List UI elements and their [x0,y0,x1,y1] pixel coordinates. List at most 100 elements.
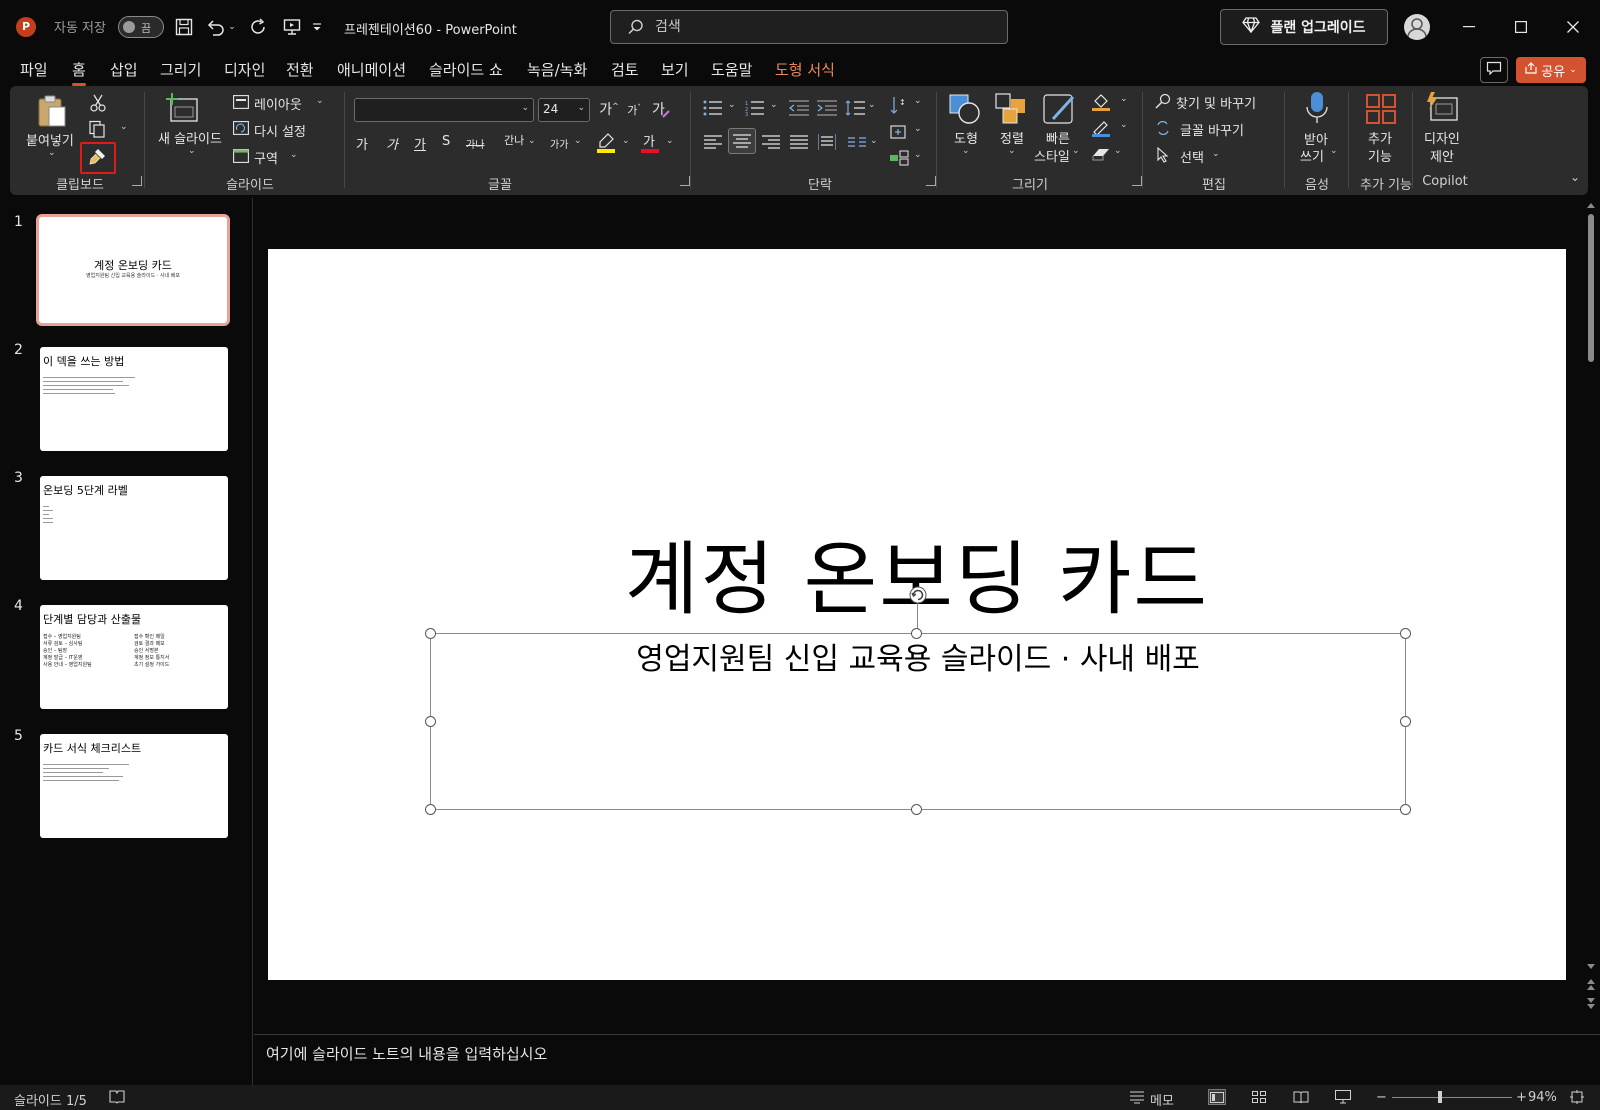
increase-font-size-icon[interactable]: 가^ [598,98,620,120]
notes-toggle-label[interactable]: 메모 [1150,1090,1174,1109]
section-dropdown-icon[interactable]: ⌄ [290,150,298,160]
notes-toggle-icon[interactable] [1128,1089,1146,1105]
undo-icon[interactable] [204,14,228,40]
shape-fill-dropdown-icon[interactable]: ⌄ [1120,94,1128,104]
font-size-select[interactable]: 24 ⌄ [538,98,590,122]
search-input[interactable] [655,17,985,37]
customize-qat-icon[interactable] [310,14,324,40]
smartart-dropdown-icon[interactable]: ⌄ [914,150,922,160]
numbering-dropdown-icon[interactable]: ⌄ [770,100,778,110]
paste-icon[interactable] [36,94,68,128]
new-slide-label[interactable]: 새 슬라이드 [158,128,222,147]
slide-thumbnail-5[interactable]: 카드 서식 체크리스트 [40,734,228,838]
arrange-label[interactable]: 정렬 [1000,128,1024,147]
shape-outline-dropdown-icon[interactable]: ⌄ [1120,120,1128,130]
shapes-icon[interactable] [948,92,982,126]
find-replace-button[interactable]: 찾기 및 바꾸기 [1176,93,1256,112]
select-button[interactable]: 선택 [1180,147,1204,166]
tab-insert[interactable]: 삽입 [110,59,138,80]
microphone-icon[interactable] [1300,90,1334,126]
slideshow-view-icon[interactable] [1334,1089,1352,1105]
tab-file[interactable]: 파일 [20,59,48,80]
arrange-icon[interactable] [994,92,1028,126]
layout-dropdown-icon[interactable]: ⌄ [316,96,324,106]
font-launcher-icon[interactable] [680,176,690,186]
change-case-button[interactable]: 가가 [550,136,568,151]
slide-sorter-icon[interactable] [1250,1089,1268,1105]
convert-smartart-icon[interactable] [888,148,910,168]
ribbon-collapse-icon[interactable]: ⌄ [1570,170,1580,184]
shape-effects-icon[interactable] [1090,144,1112,164]
line-spacing-dropdown-icon[interactable]: ⌄ [868,100,876,110]
slide-subtitle[interactable]: 영업지원팀 신입 교육용 슬라이드 · 사내 배포 [431,634,1405,678]
dictate-dropdown-icon[interactable]: ⌄ [1330,146,1338,156]
italic-button[interactable]: 가 [386,134,398,153]
comments-button[interactable] [1480,57,1508,83]
rotate-handle-icon[interactable] [909,586,927,604]
resize-handle-right[interactable] [1400,716,1411,727]
autosave-toggle[interactable]: 끔 [118,16,164,38]
designer-label-2[interactable]: 제안 [1430,146,1454,165]
font-color-icon[interactable]: 가 [640,132,660,154]
paste-label[interactable]: 붙여넣기 [26,130,74,149]
reset-button[interactable]: 다시 설정 [254,121,306,140]
save-icon[interactable] [172,14,196,40]
notes-pane[interactable]: 여기에 슬라이드 노트의 내용을 입력하십시오 [254,1034,1600,1084]
tab-animations[interactable]: 애니메이션 [337,59,406,80]
spacing-dropdown-icon[interactable]: ⌄ [528,136,536,146]
shapes-label[interactable]: 도형 [954,128,978,147]
dictate-label-2[interactable]: 쓰기 [1300,146,1324,165]
font-color-dropdown-icon[interactable]: ⌄ [666,136,674,146]
arrange-dropdown-icon[interactable]: ⌄ [1008,146,1016,156]
copy-icon[interactable] [86,119,108,139]
align-left-icon[interactable] [702,132,724,152]
highlight-color-icon[interactable] [596,132,616,154]
columns-icon[interactable] [846,132,868,152]
resize-handle-left[interactable] [425,716,436,727]
slide-thumbnail-4[interactable]: 단계별 담당과 산출물 접수 – 영업지원팀 서류 검토 – 심사팀 승인 – … [40,605,228,709]
zoom-slider-thumb[interactable] [1438,1091,1442,1103]
search-box[interactable] [610,10,1008,44]
clear-formatting-icon[interactable]: 가 [650,98,672,120]
quick-styles-label-1[interactable]: 빠른 [1046,128,1070,147]
font-name-select[interactable]: ⌄ [354,98,534,122]
align-right-icon[interactable] [760,132,782,152]
columns-dropdown-icon[interactable]: ⌄ [870,136,878,146]
tab-record[interactable]: 녹음/녹화 [527,59,587,80]
tab-design[interactable]: 디자인 [224,59,265,80]
zoom-out-icon[interactable]: − [1376,1090,1387,1105]
minimize-icon[interactable] [1456,14,1482,40]
subtitle-textbox[interactable]: 영업지원팀 신입 교육용 슬라이드 · 사내 배포 [430,633,1406,810]
fit-to-window-icon[interactable] [1568,1089,1586,1105]
redo-icon[interactable] [246,14,270,40]
tab-help[interactable]: 도움말 [711,59,752,80]
vertical-scrollbar[interactable] [1584,198,1598,1016]
select-dropdown-icon[interactable]: ⌄ [1212,149,1220,159]
bullets-icon[interactable] [702,98,724,118]
replace-font-button[interactable]: 글꼴 바꾸기 [1180,120,1244,139]
paragraph-launcher-icon[interactable] [926,176,936,186]
accessibility-icon[interactable] [108,1089,126,1105]
normal-view-icon[interactable] [1208,1089,1226,1105]
text-direction-icon[interactable]: ↕ [888,94,908,116]
present-from-start-icon[interactable] [280,14,304,40]
align-center-icon[interactable] [728,128,756,154]
character-spacing-button[interactable]: 간나 [504,132,524,148]
cut-icon[interactable] [88,93,108,113]
zoom-in-icon[interactable]: + [1516,1090,1527,1105]
case-dropdown-icon[interactable]: ⌄ [574,136,582,146]
drawing-launcher-icon[interactable] [1132,176,1142,186]
undo-dropdown-icon[interactable]: ⌄ [226,14,238,40]
quick-styles-label-2[interactable]: 스타일 [1034,146,1070,165]
bullets-dropdown-icon[interactable]: ⌄ [728,100,736,110]
maximize-icon[interactable] [1508,14,1534,40]
designer-icon[interactable] [1424,90,1460,124]
resize-handle-bottom-right[interactable] [1400,804,1411,815]
line-spacing-icon[interactable] [844,98,866,118]
pane-divider[interactable] [252,198,253,1085]
bold-button[interactable]: 가 [356,134,368,153]
underline-button[interactable]: 가 [414,134,426,153]
tab-shape-format[interactable]: 도형 서식 [775,59,835,80]
shapes-dropdown-icon[interactable]: ⌄ [962,146,970,156]
shape-fill-icon[interactable] [1090,92,1112,112]
